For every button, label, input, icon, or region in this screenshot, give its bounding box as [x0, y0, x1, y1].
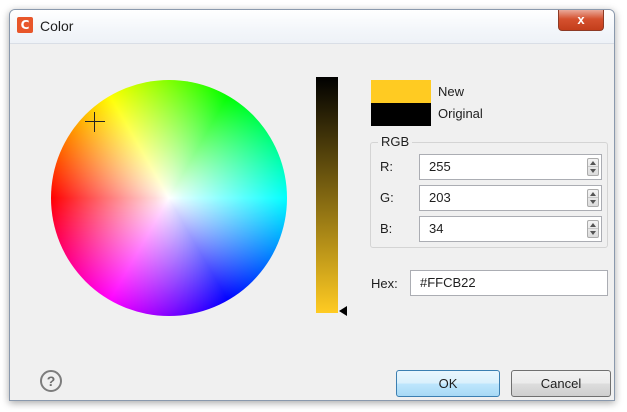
hex-label: Hex:	[371, 276, 398, 291]
color-dialog: C Color x New Original RGB R: 255 G: 203…	[9, 9, 615, 401]
red-label: R:	[380, 159, 393, 174]
red-spinner[interactable]	[587, 158, 599, 176]
spinner-up-icon[interactable]	[590, 161, 596, 165]
new-label: New	[438, 84, 465, 99]
blue-field[interactable]: 34	[419, 216, 602, 242]
green-spinner[interactable]	[587, 189, 599, 207]
close-icon: x	[577, 12, 585, 27]
crosshair-vertical	[94, 112, 95, 132]
blue-label: B:	[380, 221, 393, 236]
spinner-up-icon[interactable]	[590, 223, 596, 227]
green-field[interactable]: 203	[419, 185, 602, 211]
crosshair-horizontal	[85, 121, 105, 122]
ok-button[interactable]: OK	[396, 370, 500, 397]
red-field[interactable]: 255	[419, 154, 602, 180]
spinner-down-icon[interactable]	[590, 200, 596, 204]
close-button[interactable]: x	[558, 10, 604, 31]
help-icon[interactable]: ?	[40, 370, 62, 392]
rgb-group-label: RGB	[378, 134, 413, 149]
blue-spinner[interactable]	[587, 220, 599, 238]
title-bar[interactable]: C Color x	[10, 10, 614, 44]
new-color-swatch	[371, 80, 431, 103]
original-label: Original	[438, 106, 483, 121]
hex-value: #FFCB22	[420, 275, 476, 290]
triangle-left-icon[interactable]	[339, 306, 347, 316]
red-value: 255	[429, 159, 451, 174]
spinner-divider	[588, 166, 598, 167]
green-label: G:	[380, 190, 394, 205]
window-title: Color	[40, 18, 74, 34]
app-icon: C	[17, 17, 33, 33]
cancel-button[interactable]: Cancel	[511, 370, 611, 397]
green-value: 203	[429, 190, 451, 205]
blue-value: 34	[429, 221, 444, 236]
spinner-up-icon[interactable]	[590, 192, 596, 196]
spinner-divider	[588, 197, 598, 198]
spinner-down-icon[interactable]	[590, 169, 596, 173]
brightness-slider[interactable]	[316, 77, 338, 313]
rgb-group: RGB R: 255 G: 203 B: 34	[370, 134, 608, 248]
spinner-divider	[588, 228, 598, 229]
crosshair-icon[interactable]	[85, 112, 105, 132]
spinner-down-icon[interactable]	[590, 231, 596, 235]
original-color-swatch[interactable]	[371, 103, 431, 126]
dialog-content: New Original RGB R: 255 G: 203 B: 34 Hex…	[10, 44, 614, 400]
hex-field[interactable]: #FFCB22	[410, 270, 608, 296]
